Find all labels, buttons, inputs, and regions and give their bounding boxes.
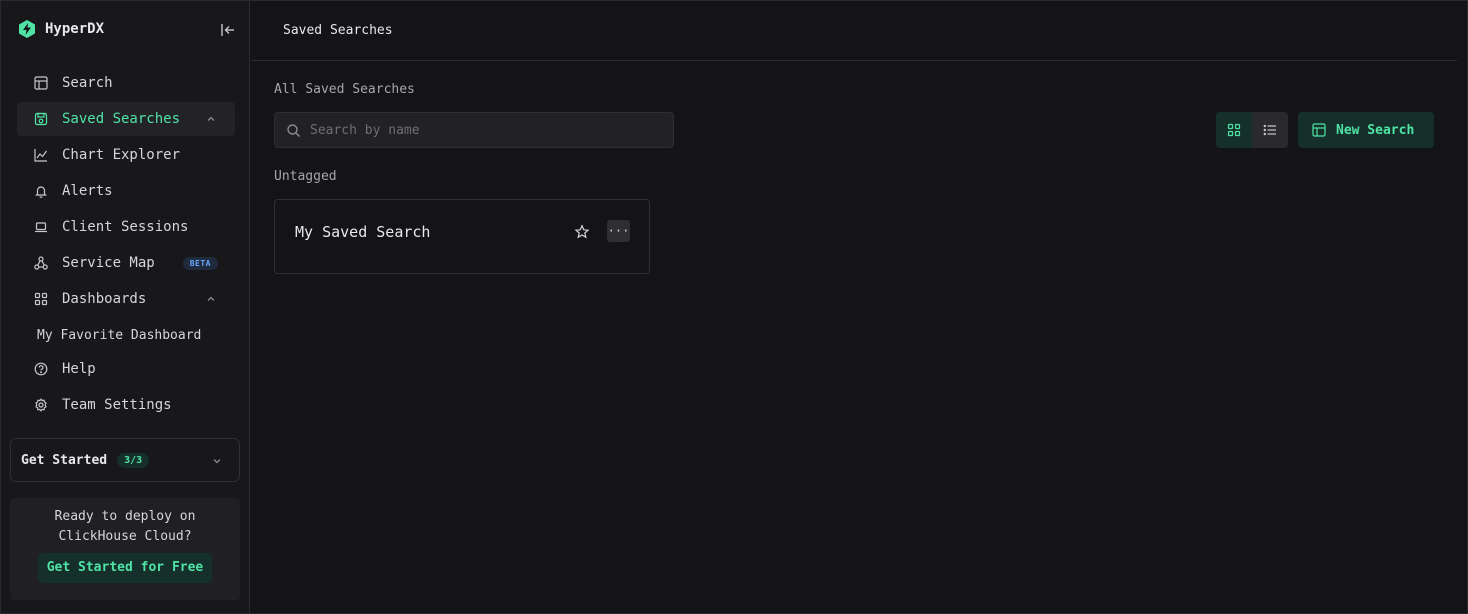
sidebar-item-saved-searches[interactable]: Saved Searches [17,102,235,136]
sidebar-nav: Search Saved Searches Chart Explorer Ale… [17,66,235,424]
sidebar-item-label: Help [62,361,96,377]
star-icon[interactable] [574,224,590,240]
brand[interactable]: HyperDX [17,19,104,39]
bell-icon [35,186,47,198]
sidebar-item-client-sessions[interactable]: Client Sessions [17,210,235,244]
get-started-label: Get Started [21,452,108,468]
get-started-progress-badge: 3/3 [117,452,150,468]
list-icon [1263,124,1276,136]
collapse-sidebar-icon[interactable] [219,22,237,38]
sidebar-item-label: Chart Explorer [62,147,181,163]
card-more-menu-button[interactable]: ··· [607,220,630,242]
sidebar-item-dashboards[interactable]: Dashboards [17,282,235,316]
new-search-label: New Search [1336,122,1415,138]
chart-icon [34,149,47,162]
dashboard-grid-icon [34,292,48,306]
list-view-button[interactable] [1252,112,1288,148]
sidebar-item-search[interactable]: Search [17,66,235,100]
sidebar-item-service-map[interactable]: Service Map BETA [17,246,235,280]
sidebar-item-label: Team Settings [62,397,172,413]
chevron-up-icon[interactable] [205,293,217,305]
saved-search-card[interactable]: My Saved Search ··· [274,199,650,274]
help-circle-icon [34,362,48,376]
sidebar-item-label: Dashboards [62,291,147,307]
section-title: All Saved Searches [274,82,415,97]
sidebar-item-label: Client Sessions [62,219,189,235]
table-icon [1312,123,1326,137]
gear-icon [35,398,47,412]
sidebar-item-label: Alerts [62,183,113,199]
sidebar-item-chart-explorer[interactable]: Chart Explorer [17,138,235,172]
search-input[interactable] [310,122,650,138]
clickhouse-cloud-promo: Ready to deploy on ClickHouse Cloud? Get… [10,498,240,600]
saved-search-icon [34,112,48,126]
page-title: Saved Searches [283,23,393,38]
sidebar-item-team-settings[interactable]: Team Settings [17,388,235,422]
beta-badge: BETA [182,256,218,270]
chevron-up-icon[interactable] [205,113,217,125]
chevron-down-icon [213,459,221,464]
sidebar-item-label: Search [62,75,113,91]
saved-search-title: My Saved Search [295,223,431,241]
sidebar-item-alerts[interactable]: Alerts [17,174,235,208]
sidebar: HyperDX Search Saved Searches Chart Expl… [1,1,250,613]
sidebar-subitem-dashboard[interactable]: My Favorite Dashboard [17,318,235,352]
get-started-free-button[interactable]: Get Started for Free [38,553,212,583]
search-icon [287,123,300,137]
new-search-button[interactable]: New Search [1298,112,1434,148]
promo-text: Ready to deploy on ClickHouse Cloud? [54,509,196,544]
page-header: Saved Searches [251,1,1457,61]
table-icon [34,76,48,90]
sidebar-item-help[interactable]: Help [17,352,235,386]
grid-icon [1227,123,1241,137]
hyperdx-logo-icon [19,20,35,38]
view-toggle [1216,112,1288,148]
group-label-untagged: Untagged [274,169,337,184]
sidebar-item-label: Service Map [62,255,155,271]
service-map-icon [34,256,48,270]
sidebar-item-label: Saved Searches [62,111,181,127]
laptop-icon [35,222,47,233]
brand-name: HyperDX [45,21,105,37]
get-started-panel[interactable]: Get Started 3/3 [10,438,240,482]
grid-view-button[interactable] [1216,112,1252,148]
search-by-name-field[interactable] [274,112,674,148]
